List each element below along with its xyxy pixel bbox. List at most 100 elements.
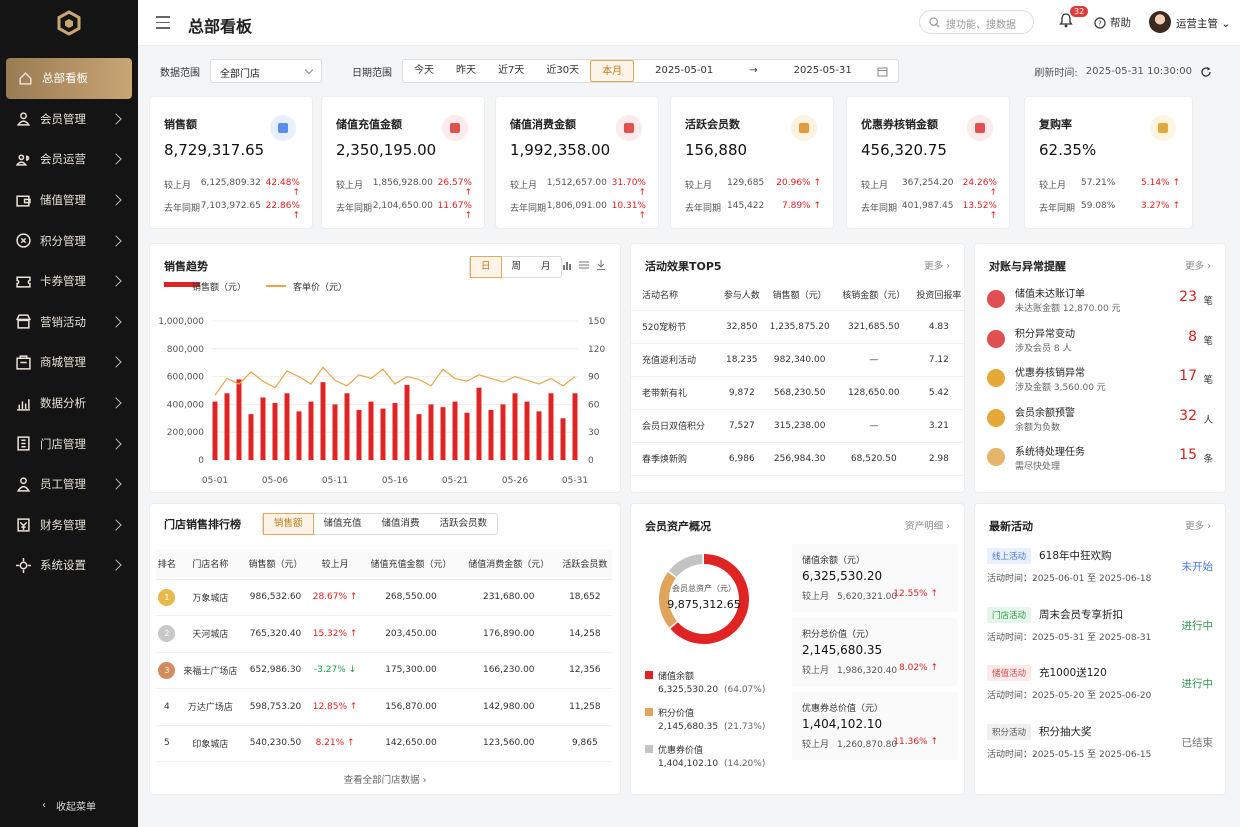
- tab-week[interactable]: 周: [502, 257, 532, 277]
- sidebar-item-gear[interactable]: 系统设置: [0, 545, 138, 586]
- sales-bar: [368, 401, 374, 460]
- table-row[interactable]: 3 来福士广场店 652,986.30 -3.27% ↓ 175,300.00 166,2…: [156, 652, 612, 689]
- kpi-card[interactable]: 活跃会员数 156,880 较上月 129,685 20.96% ↑ 去年同期 145,42…: [670, 96, 834, 229]
- assets-detail-link[interactable]: 资产明细 ›: [905, 518, 950, 532]
- chevron-right-icon: [110, 316, 122, 328]
- alert-item[interactable]: 储值未达账订单 未达账金额 12,870.00 元 23 笔: [987, 285, 1213, 319]
- kpi-badge-icon: [450, 123, 460, 133]
- tab-month[interactable]: 月: [531, 257, 561, 277]
- start-date[interactable]: 2025-05-01: [644, 60, 724, 82]
- asset-summary-card[interactable]: 积分总价值（元） 2,145,680.35 较上月 1,986,320.40 8.02%…: [792, 618, 958, 686]
- alert-item[interactable]: 积分异常变动 涉及会员 8 人8笔: [987, 325, 1213, 359]
- kpi-card[interactable]: 销售额 8,729,317.65 较上月 6,125,809.32 42.48% ↑ 去年…: [149, 96, 313, 229]
- range-month[interactable]: 本月: [590, 60, 635, 82]
- alert-item[interactable]: 系统待处理任务 需尽快处理 15 条: [987, 443, 1213, 477]
- chevron-right-icon: [110, 397, 122, 409]
- activity-item[interactable]: 储值活动 充1000送120 活动时间：2025-05-20 至 2025-06-2…: [987, 665, 1213, 713]
- kpi-icon: [270, 115, 296, 141]
- sidebar: 总部看板 会员管理 会员运营 储值管理 积分管理 卡券管理 营销活动商城管理数据分析 门店管理…: [0, 0, 138, 827]
- download-icon[interactable]: [596, 260, 606, 270]
- table-row[interactable]: 2 天河城店 765,320.40 15.32% ↑ 203,450.00 176,890…: [156, 615, 612, 653]
- brand-logo[interactable]: [0, 0, 138, 46]
- activity-item[interactable]: 线上活动 618年中狂欢购 活动时间：2025-06-01 至 2025-06-18…: [987, 548, 1213, 596]
- sidebar-item-points[interactable]: 积分管理: [0, 220, 138, 261]
- user-menu[interactable]: 运营主管 ⌄: [1176, 16, 1230, 31]
- scope-label: 数据范围: [160, 67, 200, 79]
- activity-status: 未开始: [1181, 561, 1214, 573]
- tab-day[interactable]: 日: [470, 256, 502, 278]
- alert-item[interactable]: 会员余额预警 余额为负数 32 人: [987, 404, 1213, 438]
- kpi-change: 22.86% ↑: [265, 201, 300, 221]
- activities-more-link[interactable]: 更多 ›: [1185, 518, 1211, 532]
- activity-item[interactable]: 积分活动 积分抽大奖 活动时间：2025-05-15 至 2025-06-15 已结束: [987, 723, 1213, 772]
- table-row[interactable]: 充值返利活动 18,235 982,340.00—7.12: [631, 343, 966, 377]
- sidebar-item-user[interactable]: 会员管理: [0, 99, 138, 140]
- sales-bar: [356, 409, 362, 460]
- y2-tick-label: 30: [588, 428, 600, 438]
- chevron-right-icon: [110, 194, 122, 206]
- y-tick-label: 1,000,000: [158, 317, 204, 327]
- kpi-card[interactable]: 复购率 62.35% 较上月 57.21% 5.14% ↑ 去年同期 59.08% 3.27%…: [1024, 96, 1193, 229]
- sidebar-item-wallet[interactable]: 储值管理: [0, 180, 138, 221]
- sales-bar: [428, 404, 434, 460]
- rank-tab-active[interactable]: 活跃会员数: [430, 514, 498, 534]
- range-30d[interactable]: 近30天: [535, 60, 590, 82]
- table-row[interactable]: 老带新有礼 9,872 568,230.50 128,650.00 5.42: [631, 376, 966, 410]
- avatar[interactable]: [1149, 11, 1171, 33]
- kpi-title: 优惠券核销金额: [861, 118, 938, 131]
- legend-line-swatch: [266, 285, 286, 287]
- list-icon[interactable]: [579, 260, 589, 270]
- table-row[interactable]: 春季焕新购 6,986 256,984.30 68,520.50 2.98: [631, 442, 966, 476]
- store-scope-select[interactable]: 全部门店: [210, 59, 322, 83]
- range-today[interactable]: 今天: [403, 60, 445, 82]
- sidebar-item-ticket[interactable]: 卡券管理: [0, 261, 138, 302]
- rank-tab-recharge[interactable]: 储值充值: [314, 514, 372, 534]
- sidebar-item-mall[interactable]: 商城管理: [0, 342, 138, 383]
- range-yesterday[interactable]: 昨天: [445, 60, 487, 82]
- kpi-change: 42.48% ↑: [265, 178, 300, 198]
- rank-tab-consume[interactable]: 储值消费: [372, 514, 430, 534]
- sidebar-item-staff[interactable]: 员工管理: [0, 464, 138, 505]
- sidebar-item-user-group[interactable]: 会员运营: [0, 139, 138, 180]
- asset-summary-card[interactable]: 储值余额（元） 6,325,530.20 较上月 5,620,321.00 12.55%…: [792, 544, 958, 612]
- sidebar-item-label: 财务管理: [40, 517, 86, 532]
- sidebar-item-shop[interactable]: 营销活动: [0, 302, 138, 343]
- table-row[interactable]: 会员日双倍积分 7,527 315,238.00—3.21: [631, 409, 966, 443]
- top5-more-link[interactable]: 更多 ›: [924, 258, 950, 272]
- sidebar-item-label: 商城管理: [40, 355, 86, 370]
- chart-icon: [17, 398, 30, 411]
- sidebar-item-chart[interactable]: 数据分析: [0, 383, 138, 424]
- search-input[interactable]: 搜功能、搜数据: [919, 10, 1034, 34]
- sales-bar: [404, 384, 410, 460]
- range-7d[interactable]: 近7天: [487, 60, 535, 82]
- help-button[interactable]: ? 帮助: [1094, 15, 1131, 30]
- sidebar-item-store[interactable]: 门店管理: [0, 423, 138, 464]
- kpi-card[interactable]: 储值消费金额 1,992,358.00 较上月 1,512,657.00 31.70% …: [495, 96, 659, 229]
- calendar-icon[interactable]: [877, 66, 888, 77]
- date-range-picker: 今天 昨天 近7天 近30天 本月 2025-05-01 → 2025-05-3…: [402, 59, 899, 83]
- bar-chart-icon[interactable]: [562, 260, 572, 270]
- sidebar-item-home[interactable]: 总部看板: [6, 58, 132, 99]
- refresh-icon[interactable]: [1200, 66, 1212, 78]
- collapse-menu-button[interactable]: ‹ 收起菜单: [0, 798, 138, 813]
- asset-summary-card[interactable]: 优惠券总价值（元） 1,404,102.10 较上月 1,260,870.80 11.3…: [792, 692, 958, 760]
- end-date[interactable]: 2025-05-31: [783, 60, 863, 82]
- sales-bar: [476, 387, 482, 460]
- activity-item[interactable]: 门店活动 周末会员专享折扣 活动时间：2025-05-31 至 2025-08-31…: [987, 606, 1213, 655]
- date-inputs[interactable]: 2025-05-01 → 2025-05-31: [634, 60, 898, 82]
- table-row[interactable]: 5 印象城店 540,230.50 8.21% ↑ 142,650.00 123,560.…: [156, 725, 612, 762]
- sales-bar: [560, 418, 566, 460]
- rank-tab-sales[interactable]: 销售额: [263, 513, 314, 535]
- home-icon: [19, 71, 32, 85]
- alerts-more-link[interactable]: 更多 ›: [1185, 258, 1211, 272]
- kpi-compare-row: 去年同期 7,103,972.65 22.86% ↑: [164, 201, 300, 221]
- kpi-card[interactable]: 储值充值金额 2,350,195.00 较上月 1,856,928.00 26.57% …: [321, 96, 485, 229]
- table-row[interactable]: 520宠粉节 32,850 1,235,875.20 321,685.50 4.83: [631, 310, 966, 344]
- menu-toggle-icon[interactable]: [156, 16, 170, 33]
- alert-item[interactable]: 优惠券核销异常 涉及金额 3,560.00 元 17 笔: [987, 364, 1213, 398]
- table-row[interactable]: 4 万达广场店 598,753.20 12.85% ↑ 156,870.00 142,98…: [156, 688, 612, 726]
- view-all-stores-link[interactable]: 查看全部门店数据 ›: [150, 772, 620, 786]
- table-row[interactable]: 1 万象城店 986,532.60 28.67% ↑ 268,550.00 231,680…: [156, 579, 612, 616]
- sidebar-item-finance[interactable]: 财务管理: [0, 505, 138, 546]
- kpi-card[interactable]: 优惠券核销金额 456,320.75 较上月 367,254.20 24.26% ↑ 去年…: [846, 96, 1010, 229]
